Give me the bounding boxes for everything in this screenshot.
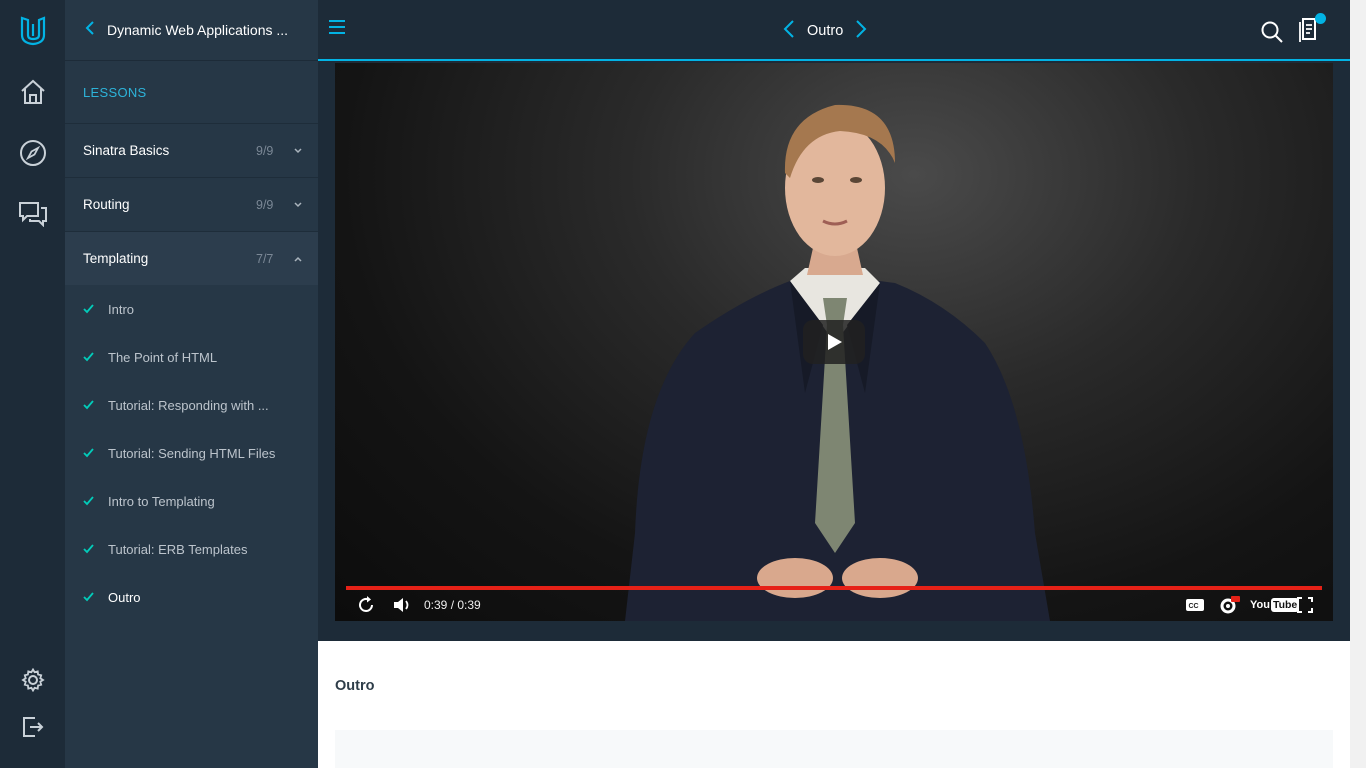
play-icon bbox=[828, 334, 842, 350]
lesson-count: 9/9 bbox=[256, 197, 274, 212]
lessons-label: LESSONS bbox=[83, 84, 147, 100]
check-icon bbox=[83, 398, 108, 413]
chevron-left-icon[interactable] bbox=[783, 19, 795, 44]
check-icon bbox=[83, 302, 108, 317]
gear-icon[interactable] bbox=[0, 656, 65, 704]
video-progress-bar[interactable] bbox=[346, 586, 1322, 590]
lesson-name: Sinatra Basics bbox=[83, 143, 170, 158]
content-panel bbox=[335, 730, 1333, 768]
lesson-templating[interactable]: Templating 7/7 bbox=[65, 231, 318, 285]
concept-list: Intro The Point of HTML Tutorial: Respon… bbox=[65, 285, 318, 621]
lesson-sinatra-basics[interactable]: Sinatra Basics 9/9 bbox=[65, 123, 318, 177]
course-title[interactable]: Dynamic Web Applications ... bbox=[107, 22, 288, 38]
video-player[interactable]: 0:39 / 0:39 CC You Tube bbox=[335, 63, 1333, 621]
lesson-count: 9/9 bbox=[256, 143, 274, 158]
logout-icon[interactable] bbox=[0, 703, 65, 751]
chat-icon[interactable] bbox=[0, 190, 65, 238]
concept-heading: Outro bbox=[335, 678, 375, 694]
concept-item[interactable]: Intro to Templating bbox=[65, 477, 318, 525]
settings-hd-icon[interactable] bbox=[1219, 594, 1241, 616]
youtube-logo[interactable]: You Tube bbox=[1250, 594, 1300, 616]
concept-nav-title: Outro bbox=[807, 23, 844, 39]
video-time: 0:39 / 0:39 bbox=[424, 598, 481, 612]
concept-item[interactable]: Intro bbox=[65, 285, 318, 333]
check-icon bbox=[83, 350, 108, 365]
chevron-up-icon[interactable] bbox=[292, 256, 302, 262]
global-nav-rail bbox=[0, 0, 65, 768]
page-scrollbar[interactable] bbox=[1350, 0, 1366, 768]
chevron-down-icon[interactable] bbox=[292, 201, 302, 208]
play-button[interactable] bbox=[803, 320, 865, 364]
concept-item[interactable]: The Point of HTML bbox=[65, 333, 318, 381]
search-icon[interactable] bbox=[1260, 20, 1284, 44]
course-header[interactable]: Dynamic Web Applications ... bbox=[65, 0, 318, 61]
compass-icon[interactable] bbox=[0, 129, 65, 177]
chevron-left-icon[interactable] bbox=[85, 20, 99, 40]
menu-icon[interactable] bbox=[328, 20, 350, 42]
chevron-down-icon[interactable] bbox=[292, 147, 302, 154]
concept-name: The Point of HTML bbox=[108, 349, 218, 365]
concept-name: Intro bbox=[108, 301, 135, 317]
lesson-routing[interactable]: Routing 9/9 bbox=[65, 177, 318, 231]
captions-icon[interactable]: CC bbox=[1185, 594, 1205, 616]
lesson-sidebar: Dynamic Web Applications ... LESSONS Sin… bbox=[65, 0, 318, 768]
notification-dot bbox=[1315, 13, 1326, 24]
youtube-logo-tube: Tube bbox=[1270, 598, 1300, 612]
volume-icon[interactable] bbox=[392, 594, 412, 616]
youtube-logo-you: You bbox=[1250, 599, 1270, 611]
concept-item[interactable]: Tutorial: Responding with ... bbox=[65, 381, 318, 429]
concept-name: Tutorial: Sending HTML Files bbox=[108, 445, 276, 461]
video-controls: 0:39 / 0:39 CC You Tube bbox=[346, 594, 1322, 616]
concept-nav: Outro bbox=[783, 18, 867, 44]
chevron-right-icon[interactable] bbox=[855, 19, 867, 44]
concept-name: Tutorial: Responding with ... bbox=[108, 397, 269, 413]
check-icon bbox=[83, 446, 108, 461]
concept-name: Intro to Templating bbox=[108, 493, 215, 509]
concept-item-current[interactable]: Outro bbox=[65, 573, 318, 621]
lesson-name: Templating bbox=[83, 251, 149, 266]
check-icon bbox=[83, 494, 108, 509]
home-icon[interactable] bbox=[0, 68, 65, 116]
concept-item[interactable]: Tutorial: ERB Templates bbox=[65, 525, 318, 573]
concept-item[interactable]: Tutorial: Sending HTML Files bbox=[65, 429, 318, 477]
lesson-name: Routing bbox=[83, 197, 130, 212]
concept-name: Tutorial: ERB Templates bbox=[108, 541, 248, 557]
concept-content: Outro bbox=[318, 641, 1350, 768]
top-bar: Outro bbox=[318, 0, 1350, 61]
fullscreen-icon[interactable] bbox=[1297, 594, 1313, 616]
udacity-logo-icon[interactable] bbox=[0, 6, 65, 56]
concept-name: Outro bbox=[108, 589, 141, 605]
check-icon bbox=[83, 590, 108, 605]
svg-text:CC: CC bbox=[1189, 603, 1199, 610]
lesson-count: 7/7 bbox=[256, 251, 274, 266]
replay-icon[interactable] bbox=[356, 594, 376, 616]
check-icon bbox=[83, 542, 108, 557]
